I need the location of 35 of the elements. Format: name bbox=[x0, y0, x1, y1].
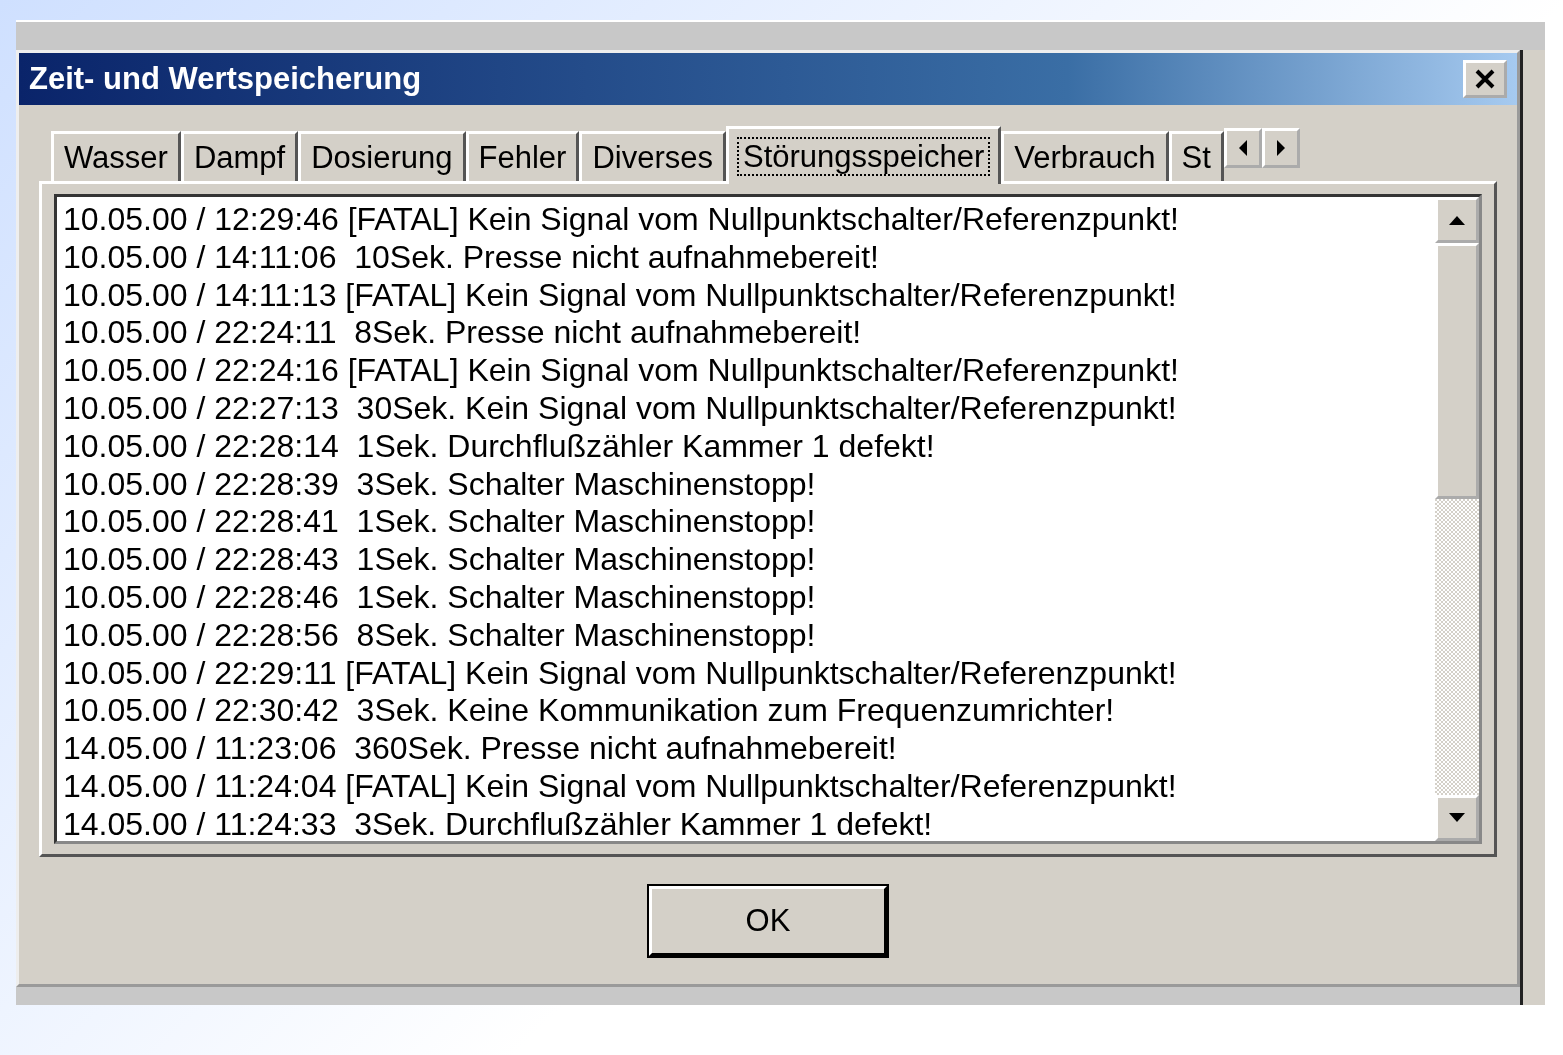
down-triangle-icon bbox=[1447, 812, 1467, 824]
tab[interactable]: St bbox=[1168, 131, 1224, 181]
log-entry[interactable]: 10.05.00 / 22:28:14 1Sek. Durchflußzähler Kammer 1 defekt! bbox=[63, 427, 1429, 466]
scrollbar[interactable] bbox=[1435, 197, 1479, 841]
log-entry[interactable]: 10.05.00 / 22:28:41 1Sek. Schalter Maschinenstopp! bbox=[63, 503, 1429, 542]
tab[interactable]: Dampf bbox=[180, 131, 299, 181]
tab[interactable]: Störungsspeicher bbox=[726, 126, 1002, 184]
log-entry[interactable]: 10.05.00 / 22:28:56 8Sek. Schalter Maschinenstopp! bbox=[63, 616, 1429, 655]
tab[interactable]: Dosierung bbox=[298, 131, 466, 181]
tab[interactable]: Wasser bbox=[51, 131, 181, 181]
log-entry[interactable]: 10.05.00 / 22:27:13 30Sek. Kein Signal vom Nullpunktschalter/Referenzpunkt! bbox=[63, 390, 1429, 428]
log-entry[interactable]: 14.05.00 / 11:23:06 360Sek. Presse nicht aufnahmebereit! bbox=[63, 730, 1429, 768]
log-entry[interactable]: 10.05.00 / 22:24:11 8Sek. Presse nicht aufnahmebereit! bbox=[63, 314, 1429, 353]
log-entry[interactable]: 10.05.00 / 22:30:42 3Sek. Keine Kommunikation zum Frequenzumrichter! bbox=[63, 692, 1429, 731]
right-triangle-icon bbox=[1274, 139, 1287, 157]
log-entry[interactable]: 10.05.00 / 14:11:13 [FATAL] Kein Signal vom Nullpunktschalter/Referenzpunkt! bbox=[63, 276, 1429, 315]
log-entry[interactable]: 10.05.00 / 12:29:46 [FATAL] Kein Signal vom Nullpunktschalter/Referenzpunkt! bbox=[63, 201, 1429, 239]
log-entry[interactable]: 14.05.00 / 11:24:04 [FATAL] Kein Signal vom Nullpunktschalter/Referenzpunkt! bbox=[63, 767, 1429, 806]
scroll-right-button[interactable] bbox=[1261, 128, 1300, 168]
tab[interactable]: Fehler bbox=[465, 131, 580, 181]
ok-button[interactable]: OK bbox=[649, 885, 887, 956]
close-icon bbox=[1473, 68, 1497, 90]
log-entry[interactable]: 10.05.00 / 22:28:39 3Sek. Schalter Maschinenstopp! bbox=[63, 465, 1429, 504]
tab[interactable]: Diverses bbox=[579, 131, 726, 181]
tab[interactable]: Verbrauch bbox=[1001, 131, 1169, 181]
close-button[interactable] bbox=[1463, 60, 1507, 98]
window-title: Zeit- und Wertspeicherung bbox=[29, 61, 422, 97]
scroll-left-button[interactable] bbox=[1223, 128, 1262, 168]
log-entry[interactable]: 10.05.00 / 22:24:16 [FATAL] Kein Signal vom Nullpunktschalter/Referenzpunkt! bbox=[63, 352, 1429, 390]
log-entry[interactable]: 10.05.00 / 22:29:11 [FATAL] Kein Signal vom Nullpunktschalter/Referenzpunkt! bbox=[63, 654, 1429, 693]
log-entry[interactable]: 14.05.00 / 11:24:33 3Sek. Durchflußzähler Kammer 1 defekt! bbox=[63, 805, 1429, 841]
log-entry[interactable]: 10.05.00 / 14:11:06 10Sek. Presse nicht aufnahmebereit! bbox=[63, 238, 1429, 277]
up-triangle-icon bbox=[1447, 214, 1467, 226]
log-entry[interactable]: 10.05.00 / 22:28:43 1Sek. Schalter Maschinenstopp! bbox=[63, 541, 1429, 579]
log-entry[interactable]: 10.05.00 / 22:28:46 1Sek. Schalter Maschinenstopp! bbox=[63, 578, 1429, 617]
